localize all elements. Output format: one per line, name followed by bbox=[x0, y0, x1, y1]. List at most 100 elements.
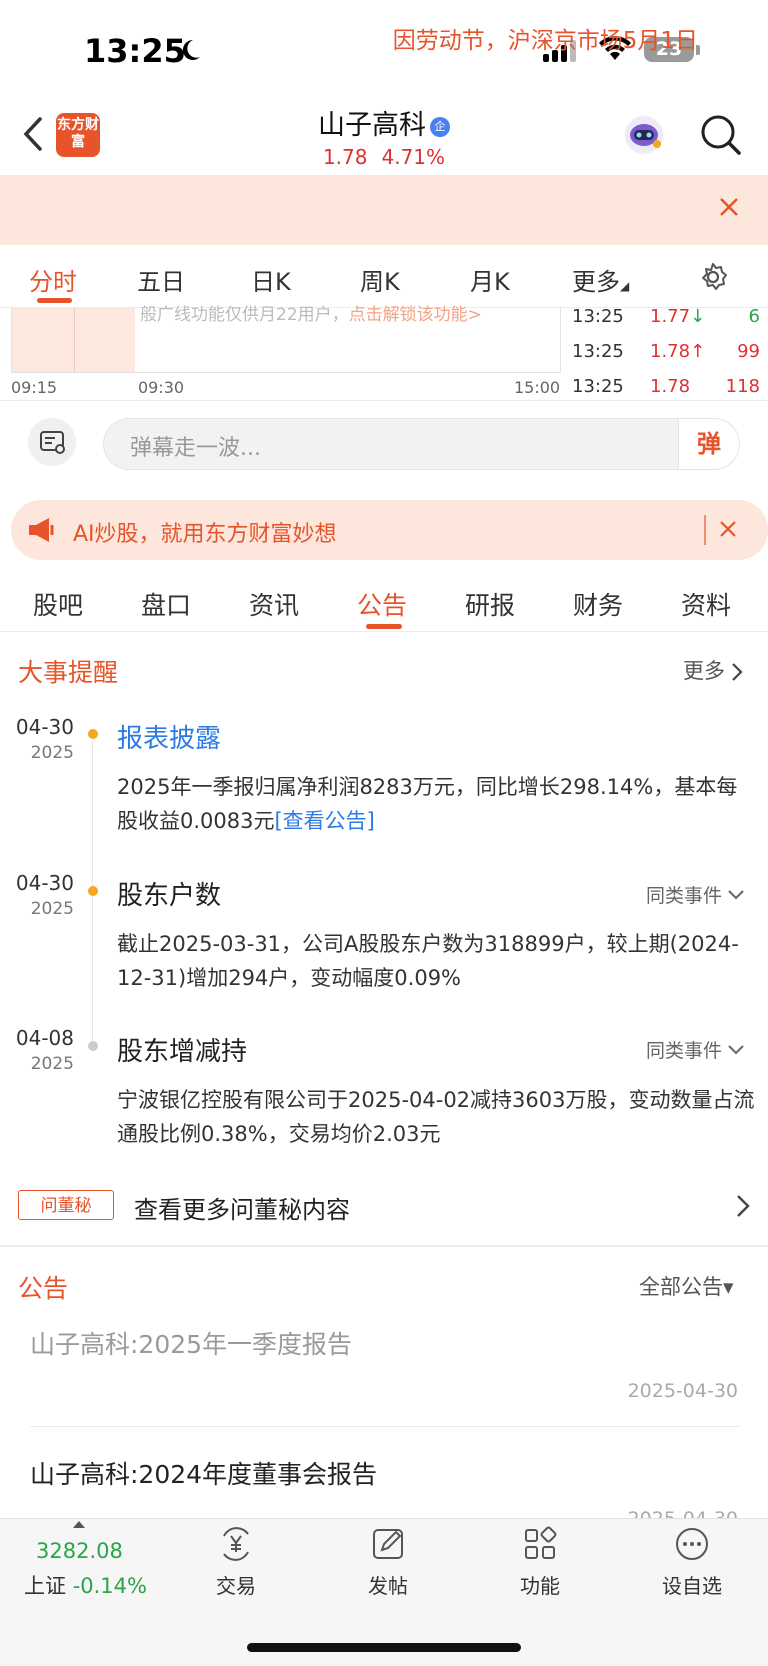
timeline-dot bbox=[88, 729, 98, 739]
home-indicator[interactable] bbox=[247, 1643, 521, 1652]
close-icon[interactable] bbox=[718, 519, 738, 539]
tab-news[interactable]: 资讯 bbox=[249, 586, 299, 622]
tab-profile[interactable]: 资料 bbox=[681, 586, 731, 622]
list-divider bbox=[30, 1426, 740, 1427]
chart-unlock-link[interactable]: 点击解锁该功能> bbox=[349, 305, 482, 325]
up-arrow-icon: ↑ bbox=[690, 341, 706, 362]
tab-announcements[interactable]: 公告 bbox=[357, 586, 407, 622]
event-year: 2025 bbox=[30, 899, 74, 919]
announcement-title[interactable]: 山子高科:2025年一季度报告 bbox=[30, 1325, 740, 1361]
nav-add-watchlist[interactable]: 设自选 bbox=[632, 1526, 752, 1599]
tab-more[interactable]: 更多◢ bbox=[572, 262, 629, 297]
nav-trade-label: 交易 bbox=[216, 1574, 256, 1598]
chart-hint-text: 般广线功能仅供月22用户， bbox=[140, 305, 349, 325]
trade-volume: 118 bbox=[725, 376, 760, 397]
gear-icon[interactable] bbox=[698, 262, 728, 292]
ai-banner-text[interactable]: AI炒股，就用东方财富妙想 bbox=[73, 516, 337, 548]
holiday-notice bbox=[0, 175, 768, 245]
event-date: 04-08 bbox=[15, 1026, 74, 1050]
index-name: 上证 bbox=[24, 1574, 66, 1598]
timeline-line bbox=[92, 740, 93, 892]
trade-price: 1.78↑ bbox=[650, 341, 705, 362]
timeline-dot bbox=[88, 1041, 98, 1051]
event-date: 04-30 bbox=[15, 871, 74, 895]
event-year: 2025 bbox=[30, 743, 74, 763]
time-label-start: 09:15 bbox=[11, 378, 58, 397]
edit-icon bbox=[373, 1529, 403, 1559]
tab-guba[interactable]: 股吧 bbox=[33, 586, 83, 622]
section-divider bbox=[0, 1245, 768, 1247]
tab-intraday[interactable]: 分时 bbox=[29, 262, 77, 297]
trade-price-value: 1.78 bbox=[650, 341, 691, 362]
danmu-settings-icon bbox=[40, 431, 65, 454]
moon-icon bbox=[182, 39, 200, 60]
chevron-right-icon[interactable] bbox=[735, 1193, 751, 1219]
chart-locked-hint[interactable]: 般广线功能仅供月22用户，点击解锁该功能> bbox=[140, 300, 550, 325]
announcement-title[interactable]: 山子高科:2024年度董事会报告 bbox=[30, 1455, 740, 1491]
danmu-send-button[interactable]: 弹 bbox=[678, 418, 740, 470]
tab-daily-k[interactable]: 日K bbox=[251, 262, 291, 297]
event-body: 2025年一季报归属净利润8283万元，同比增长298.14%，基本每股收益0.… bbox=[117, 770, 757, 838]
event-title[interactable]: 报表披露 bbox=[117, 718, 221, 755]
tab-research[interactable]: 研报 bbox=[465, 586, 515, 622]
more-dots-icon bbox=[676, 1528, 708, 1560]
close-icon[interactable] bbox=[718, 196, 740, 218]
yen-exchange-icon bbox=[223, 1527, 249, 1561]
events-more-label: 更多 bbox=[683, 659, 725, 683]
tab-more-label: 更多 bbox=[572, 268, 620, 296]
active-tab-indicator bbox=[366, 624, 402, 629]
stock-price: 1.78 bbox=[322, 145, 368, 169]
event-date: 04-30 bbox=[15, 715, 74, 739]
trade-time: 13:25 bbox=[572, 376, 624, 397]
ai-robot-icon[interactable] bbox=[622, 113, 666, 157]
events-section-title: 大事提醒 bbox=[18, 658, 119, 687]
event-title: 股东增减持 bbox=[117, 1037, 248, 1067]
nav-functions[interactable]: 功能 bbox=[480, 1526, 600, 1599]
active-tab-indicator bbox=[37, 298, 72, 303]
trade-time: 13:25 bbox=[572, 306, 624, 327]
nav-post-label: 发帖 bbox=[368, 1574, 408, 1598]
announcements-section-title: 公告 bbox=[18, 1274, 69, 1303]
chevron-right-icon bbox=[732, 663, 743, 681]
down-arrow-icon: ↓ bbox=[690, 306, 706, 327]
notice-text[interactable]: 因劳动节，沪深京市场5月1日 bbox=[393, 21, 698, 55]
expand-caret-icon[interactable] bbox=[73, 1521, 85, 1528]
nav-post[interactable]: 发帖 bbox=[328, 1526, 448, 1599]
danmu-settings-button[interactable] bbox=[28, 418, 76, 466]
same-events-link[interactable]: 同类事件 bbox=[646, 881, 746, 908]
nav-add-watchlist-label: 设自选 bbox=[662, 1574, 722, 1598]
danmu-button-label: 弹 bbox=[697, 430, 721, 458]
tab-weekly-k[interactable]: 周K bbox=[360, 262, 400, 297]
tab-orderbook[interactable]: 盘口 bbox=[141, 586, 191, 622]
nav-functions-label: 功能 bbox=[520, 1574, 560, 1598]
status-time: 13:25 bbox=[84, 32, 186, 70]
index-change: -0.14% bbox=[72, 1574, 147, 1598]
same-events-link[interactable]: 同类事件 bbox=[646, 1036, 746, 1063]
timeline-dot bbox=[88, 886, 98, 896]
trade-volume: 99 bbox=[737, 341, 760, 362]
same-events-label: 同类事件 bbox=[645, 1040, 722, 1062]
section-tabs-divider bbox=[0, 631, 768, 632]
announcement-date: 2025-04-30 bbox=[627, 1380, 738, 1402]
verified-badge-icon: 企 bbox=[430, 116, 450, 137]
danmu-input[interactable]: 弹幕走一波... bbox=[103, 418, 678, 470]
index-label[interactable]: 上证 -0.14% bbox=[24, 1570, 147, 1600]
events-more-link[interactable]: 更多 bbox=[683, 655, 745, 685]
search-icon[interactable] bbox=[700, 114, 742, 156]
tab-finance[interactable]: 财务 bbox=[573, 586, 623, 622]
ai-banner-separator bbox=[704, 515, 706, 545]
tab-five-day[interactable]: 五日 bbox=[137, 262, 185, 297]
chart-divider bbox=[0, 400, 768, 401]
event-title: 股东户数 bbox=[117, 881, 222, 911]
dongmi-more-link[interactable]: 查看更多问董秘内容 bbox=[134, 1190, 350, 1225]
trade-volume: 6 bbox=[748, 306, 760, 327]
trade-price: 1.77↓ bbox=[650, 306, 705, 327]
announcements-filter[interactable]: 全部公告▾ bbox=[639, 1271, 734, 1301]
index-value[interactable]: 3282.08 bbox=[36, 1539, 123, 1563]
view-announcement-link[interactable]: [查看公告] bbox=[274, 809, 374, 833]
tab-monthly-k[interactable]: 月K bbox=[470, 262, 510, 297]
nav-trade[interactable]: 交易 bbox=[176, 1526, 296, 1599]
event-body-text: 2025年一季报归属净利润8283万元，同比增长298.14%，基本每股收益0.… bbox=[117, 775, 738, 833]
timeline-line bbox=[92, 896, 93, 1046]
event-body: 宁波银亿控股有限公司于2025-04-02减持3603万股，变动数量占流通股比例… bbox=[117, 1088, 755, 1146]
